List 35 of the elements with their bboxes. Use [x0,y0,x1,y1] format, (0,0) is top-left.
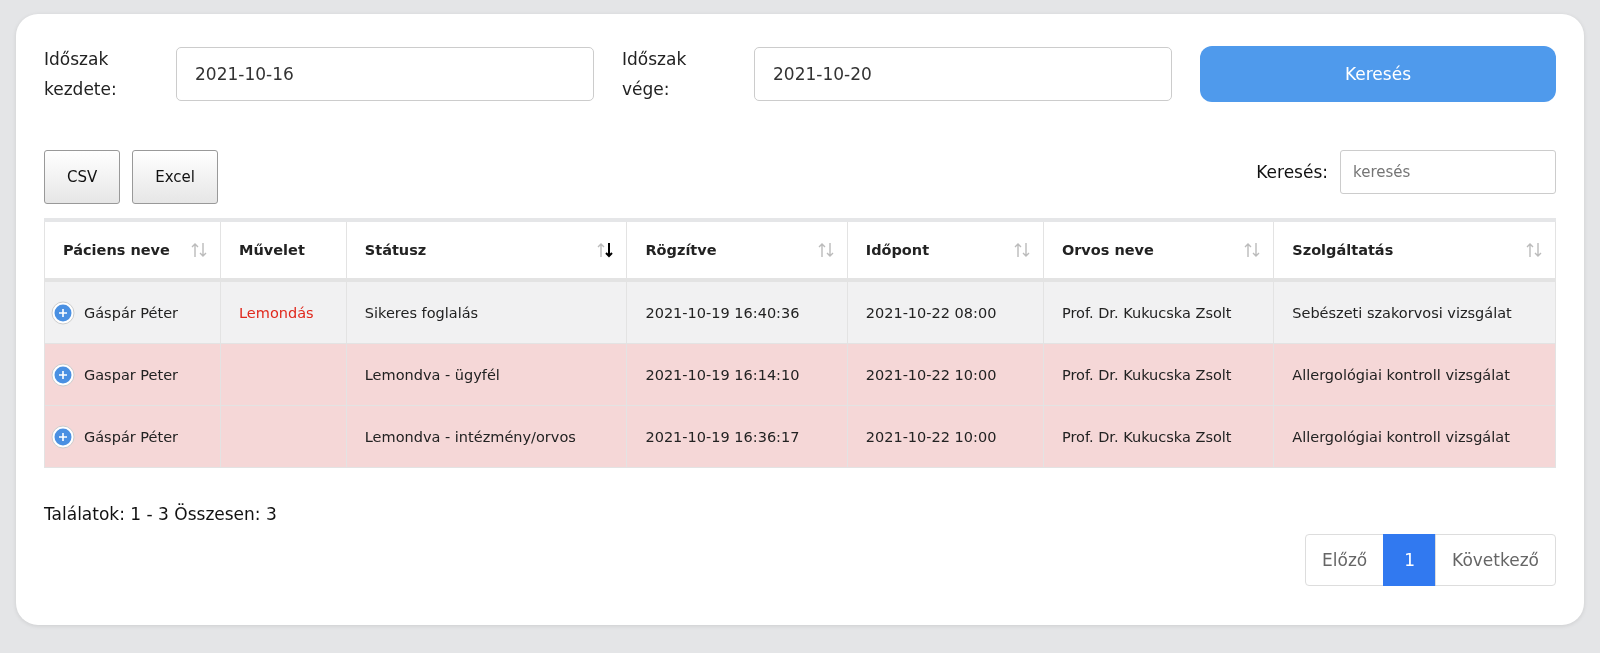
expand-plus-icon[interactable] [51,424,75,449]
table-cell: 2021-10-22 08:00 [865,304,997,321]
date-field[interactable]: 2021-10-16 [176,47,594,101]
pagination-button[interactable]: Előző [1305,534,1385,586]
pagination-button[interactable]: Következő [1435,534,1556,586]
table-cell: Sebészeti szakorvosi vizsgálat [1292,304,1512,321]
table-cell: Allergológiai kontroll vizsgálat [1292,366,1510,383]
table-cell: Sikeres foglalás [364,304,479,321]
date-label: Időszak kezdete: [44,48,118,101]
table-cell: 2021-10-19 16:14:10 [645,366,800,383]
table-cell: Prof. Dr. Kukucska Zsolt [1061,428,1232,445]
search-field[interactable]: keresés [1340,150,1556,194]
table-cell: 2021-10-19 16:40:36 [645,304,800,321]
table-cell: Gáspár Péter [84,428,179,445]
table-cell: Gaspar Peter [84,366,179,383]
table-cell: 2021-10-22 10:00 [865,366,997,383]
expand-plus-icon[interactable] [51,300,75,325]
date-field[interactable]: 2021-10-20 [754,47,1172,101]
expand-plus-icon[interactable] [51,362,75,387]
results-summary: Találatok: 1 - 3 Összesen: 3 [44,504,278,524]
date-label: Időszak vége: [622,48,688,101]
table-cell: Prof. Dr. Kukucska Zsolt [1061,366,1232,383]
export-button[interactable]: Excel [132,150,218,204]
table-cell: 2021-10-19 16:36:17 [645,428,800,445]
table-cell: Prof. Dr. Kukucska Zsolt [1061,304,1232,321]
cancel-link[interactable]: Lemondás [239,304,314,321]
table-cell: Gáspár Péter [84,304,179,321]
pagination-button[interactable]: 1 [1383,534,1437,586]
table-cell: 2021-10-22 10:00 [865,428,997,445]
export-button[interactable]: CSV [44,150,121,204]
search-label: Keresés: [1256,162,1328,182]
table-cell: Lemondva - intézmény/orvos [364,428,576,445]
table-cell: Allergológiai kontroll vizsgálat [1292,428,1510,445]
sort-icon[interactable] [596,242,615,258]
table-cell: Lemondva - ügyfél [364,366,500,383]
